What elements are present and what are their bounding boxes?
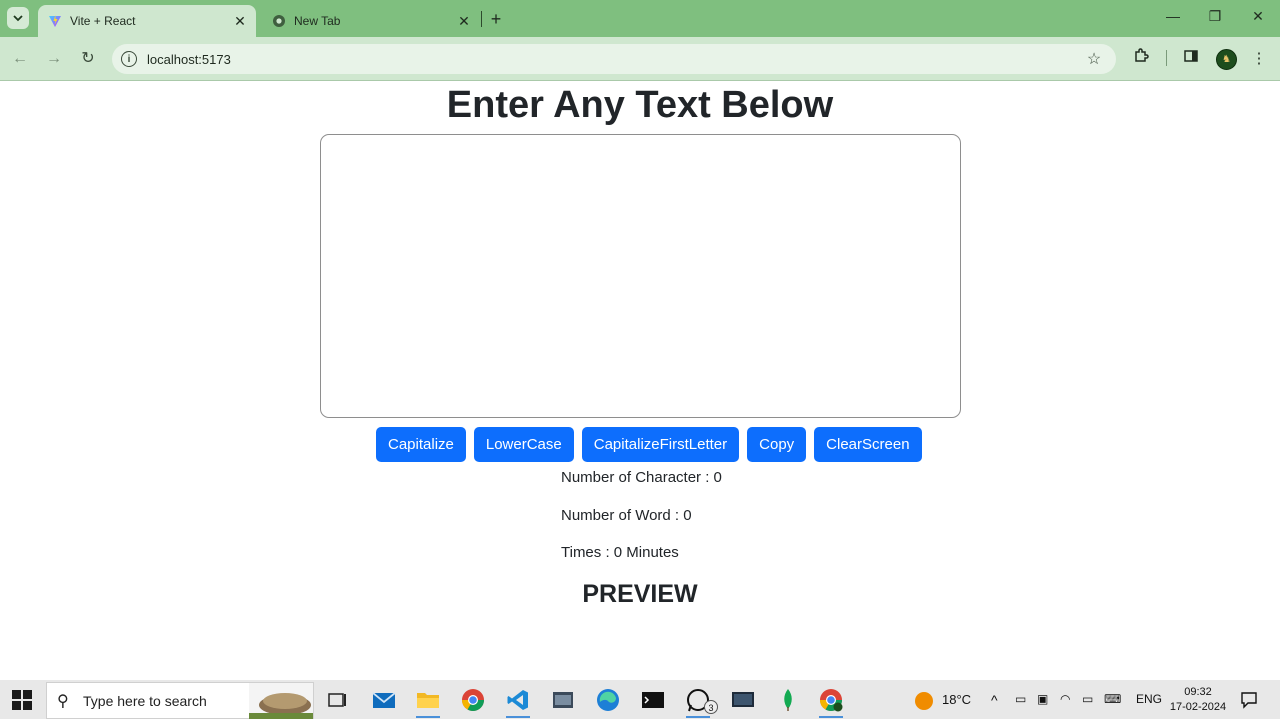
restore-icon[interactable]: ❐ — [1200, 8, 1230, 28]
close-window-icon[interactable]: ✕ — [1243, 8, 1273, 28]
battery-icon[interactable]: ▭ — [1082, 692, 1093, 706]
action-button-row: Capitalize LowerCase CapitalizeFirstLett… — [376, 427, 922, 462]
capitalize-first-letter-button[interactable]: CapitalizeFirstLetter — [581, 427, 740, 462]
chrome-icon[interactable] — [458, 685, 488, 715]
monitor-app-icon[interactable] — [728, 685, 758, 715]
keyboard-icon[interactable]: ⌨ — [1104, 692, 1121, 706]
terminal-icon[interactable] — [638, 685, 668, 715]
reading-time: Times : 0 Minutes — [561, 544, 679, 561]
vite-icon — [48, 14, 62, 28]
text-input-area[interactable] — [320, 134, 961, 418]
toolbar-separator — [1166, 50, 1167, 66]
toolbar-divider — [0, 80, 1280, 81]
preview-heading: PREVIEW — [582, 580, 698, 608]
tab-close-icon[interactable]: ✕ — [232, 13, 248, 29]
tab-title: Vite + React — [70, 14, 136, 28]
bookmark-star-icon[interactable]: ☆ — [1084, 49, 1104, 69]
active-app-indicator — [819, 716, 843, 718]
capitalize-button[interactable]: Capitalize — [376, 427, 466, 462]
taskbar-clock[interactable]: 09:32 17-02-2024 — [1168, 685, 1228, 715]
copy-button[interactable]: Copy — [747, 427, 807, 462]
page-heading: Enter Any Text Below — [446, 84, 834, 126]
active-app-indicator — [416, 716, 440, 718]
address-bar[interactable]: i localhost:5173 ☆ — [112, 44, 1116, 74]
meet-now-icon[interactable]: ▭ — [1015, 692, 1026, 706]
active-app-indicator — [506, 716, 530, 718]
mongodb-leaf-icon[interactable] — [773, 685, 803, 715]
windows-start-icon[interactable] — [12, 690, 32, 710]
language-indicator[interactable]: ENG — [1136, 692, 1162, 706]
extensions-puzzle-icon[interactable] — [1130, 48, 1152, 70]
back-arrow-icon[interactable]: ← — [9, 48, 31, 70]
word-count: Number of Word : 0 — [561, 507, 692, 524]
tab-search-chevron-icon[interactable] — [7, 7, 29, 29]
taskbar-search-placeholder: Type here to search — [83, 692, 207, 709]
side-panel-icon[interactable] — [1180, 48, 1202, 70]
profile-avatar[interactable]: ♞ — [1216, 49, 1237, 70]
reload-icon[interactable]: ↻ — [77, 48, 99, 70]
tab-close-icon[interactable]: ✕ — [456, 13, 472, 29]
notification-center-icon[interactable] — [1240, 691, 1258, 709]
taskbar-search[interactable]: ⚲ Type here to search — [46, 682, 314, 719]
weather-temperature[interactable]: 18°C — [942, 692, 971, 707]
lowercase-button[interactable]: LowerCase — [473, 427, 574, 462]
search-icon: ⚲ — [57, 692, 69, 710]
edge-icon[interactable] — [593, 685, 623, 715]
clear-screen-button[interactable]: ClearScreen — [814, 427, 922, 462]
chrome-icon — [272, 14, 286, 28]
wifi-icon[interactable]: ◠ — [1060, 692, 1070, 706]
browser-toolbar: ← → ↻ i localhost:5173 ☆ ⋮ — [0, 37, 1280, 81]
site-info-icon[interactable]: i — [121, 51, 137, 67]
file-explorer-icon[interactable] — [413, 685, 443, 718]
minimize-icon[interactable]: — — [1158, 8, 1188, 28]
app-window-icon[interactable] — [548, 685, 578, 715]
tab-new-tab[interactable]: New Tab ✕ — [262, 5, 480, 37]
character-count: Number of Character : 0 — [561, 469, 722, 486]
clock-date: 17-02-2024 — [1169, 701, 1227, 713]
forward-arrow-icon[interactable]: → — [43, 48, 65, 70]
url-text[interactable]: localhost:5173 — [147, 52, 1084, 67]
clock-time: 09:32 — [1184, 686, 1212, 698]
vscode-icon[interactable] — [503, 685, 533, 718]
tab-separator — [481, 11, 482, 27]
tray-chevron-up-icon[interactable]: ^ — [991, 692, 998, 708]
task-view-icon[interactable] — [322, 685, 352, 715]
mail-icon[interactable] — [369, 685, 399, 715]
tab-vite-react[interactable]: Vite + React ✕ — [38, 5, 256, 37]
chrome-profile-icon[interactable] — [816, 685, 846, 718]
display-icon[interactable]: ▣ — [1037, 692, 1048, 706]
tab-title: New Tab — [294, 14, 341, 28]
whatsapp-notification-badge: 3 — [704, 700, 718, 714]
menu-kebab-icon[interactable]: ⋮ — [1248, 48, 1270, 70]
new-tab-plus-icon[interactable]: + — [486, 9, 506, 29]
active-app-indicator — [686, 716, 710, 718]
search-highlight-illustration — [249, 682, 313, 719]
weather-sun-icon[interactable] — [914, 691, 934, 711]
